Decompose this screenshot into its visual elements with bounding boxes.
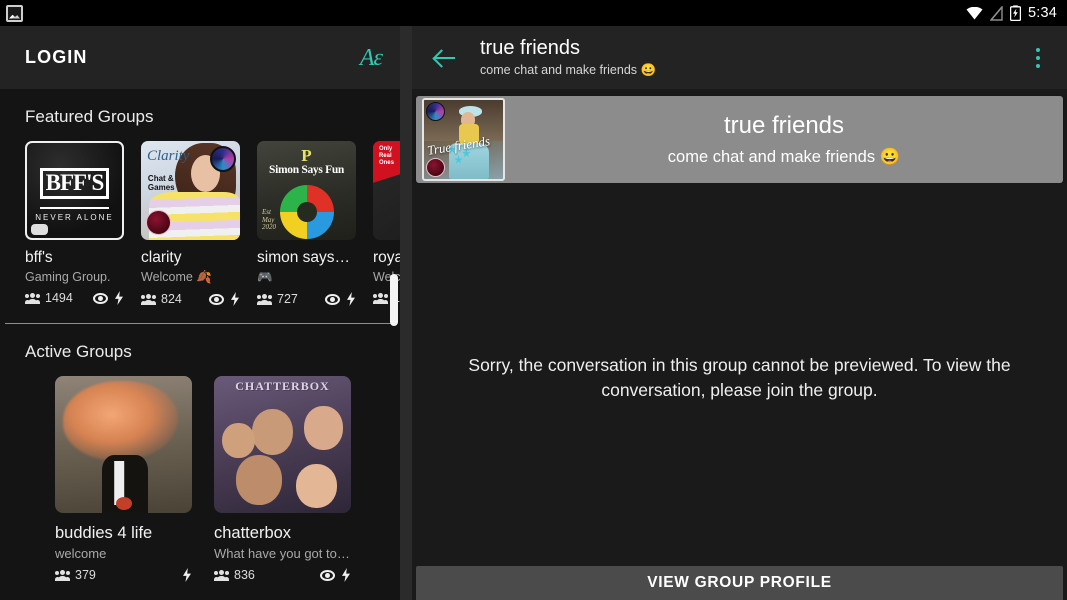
- group-desc: Welcome 🍂: [141, 270, 240, 285]
- main-body: LOGIN Aɛ Featured Groups BFF'SNEVER ALON…: [0, 26, 1067, 600]
- group-meta: 824: [141, 291, 240, 307]
- eye-icon[interactable]: [325, 294, 340, 305]
- right-toolbar-text: true friends come chat and make friends …: [480, 37, 656, 78]
- page-title: LOGIN: [25, 47, 88, 68]
- group-desc: What have you got to…: [214, 546, 351, 561]
- status-bar-left: [6, 5, 23, 22]
- conversation-area: Sorry, the conversation in this group ca…: [412, 183, 1067, 566]
- right-toolbar: true friends come chat and make friends …: [412, 26, 1067, 89]
- clock: 5:34: [1028, 5, 1057, 21]
- bolt-icon[interactable]: [182, 568, 192, 582]
- group-thumbnail[interactable]: BFF'SNEVER ALONE: [25, 141, 124, 240]
- status-bar-right: 5:34: [966, 5, 1057, 21]
- people-icon: [55, 570, 70, 581]
- view-group-profile-button[interactable]: VIEW GROUP PROFILE: [416, 566, 1063, 600]
- people-icon: [25, 293, 40, 304]
- bolt-icon[interactable]: [114, 291, 124, 305]
- group-card-chatterbox[interactable]: CHATTERBOX chatterbox What have you got …: [214, 376, 351, 583]
- people-icon: [141, 294, 156, 305]
- back-arrow-icon[interactable]: [432, 45, 458, 71]
- group-thumbnail[interactable]: ClarityChat &Games: [141, 141, 240, 240]
- left-panel: LOGIN Aɛ Featured Groups BFF'SNEVER ALON…: [0, 26, 400, 600]
- group-card-simon-says[interactable]: PSimon Says FunEstMay2020 simon says… 🎮 …: [257, 141, 356, 307]
- group-thumbnail[interactable]: PSimon Says FunEstMay2020: [257, 141, 356, 240]
- active-groups-row[interactable]: buddies 4 life welcome 379 CHATTERBO: [0, 376, 400, 583]
- bolt-icon[interactable]: [346, 292, 356, 306]
- pane-divider[interactable]: [400, 26, 412, 600]
- group-thumbnail[interactable]: CHATTERBOX: [214, 376, 351, 513]
- group-desc: welcome: [55, 546, 192, 561]
- group-header-card[interactable]: True friends true friends come chat and …: [416, 96, 1063, 183]
- conversation-title: true friends: [480, 37, 656, 60]
- group-card-icons: [209, 292, 240, 306]
- group-card-icons: [325, 292, 356, 306]
- group-title: true friends: [519, 112, 1049, 141]
- right-panel: true friends come chat and make friends …: [412, 26, 1067, 600]
- group-desc: Gaming Group.: [25, 270, 124, 284]
- member-count: 727: [277, 292, 298, 306]
- signal-off-icon: [990, 6, 1003, 21]
- wifi-icon: [966, 7, 983, 20]
- ae-logo-icon[interactable]: Aɛ: [360, 46, 382, 70]
- member-count: 379: [75, 568, 96, 582]
- eye-icon[interactable]: [93, 293, 108, 304]
- more-vertical-icon[interactable]: [1027, 45, 1049, 71]
- people-icon: [214, 570, 229, 581]
- group-meta: 727: [257, 291, 356, 307]
- group-card-icons: [182, 568, 192, 582]
- group-card-icons: [93, 291, 124, 305]
- bolt-icon[interactable]: [341, 568, 351, 582]
- group-name: clarity: [141, 249, 240, 267]
- group-card-bffs[interactable]: BFF'SNEVER ALONE bff's Gaming Group. 149…: [25, 141, 124, 307]
- group-avatar[interactable]: True friends: [422, 98, 505, 181]
- group-meta: 836: [214, 567, 351, 583]
- section-title-active: Active Groups: [0, 324, 400, 376]
- group-card-icons: [320, 568, 351, 582]
- people-icon: [257, 294, 272, 305]
- group-name: buddies 4 life: [55, 524, 192, 543]
- left-scroll-area[interactable]: Featured Groups BFF'SNEVER ALONE bff's G…: [0, 89, 400, 600]
- group-name: simon says…: [257, 249, 356, 267]
- member-count: 1494: [45, 291, 73, 305]
- app-screen: 5:34 LOGIN Aɛ Featured Groups BFF'SNEVER…: [0, 0, 1067, 600]
- group-card-clarity[interactable]: ClarityChat &Games clarity Welcome 🍂 824: [141, 141, 240, 307]
- group-desc: 🎮: [257, 270, 356, 285]
- member-count: 836: [234, 568, 255, 582]
- left-toolbar: LOGIN Aɛ: [0, 26, 400, 89]
- conversation-subtitle: come chat and make friends 😀: [480, 63, 656, 78]
- scrollbar-thumb[interactable]: [390, 274, 398, 326]
- group-header-text: true friends come chat and make friends …: [505, 112, 1063, 167]
- image-icon: [6, 5, 23, 22]
- bolt-icon[interactable]: [230, 292, 240, 306]
- battery-charging-icon: [1010, 5, 1021, 21]
- view-group-profile-label: VIEW GROUP PROFILE: [647, 574, 832, 592]
- section-title-featured: Featured Groups: [0, 89, 400, 141]
- group-name: bff's: [25, 249, 124, 267]
- group-header-wrap: True friends true friends come chat and …: [412, 89, 1067, 183]
- preview-unavailable-message: Sorry, the conversation in this group ca…: [455, 353, 1025, 404]
- group-subtitle: come chat and make friends 😀: [519, 148, 1049, 167]
- eye-icon[interactable]: [320, 570, 335, 581]
- featured-groups-row[interactable]: BFF'SNEVER ALONE bff's Gaming Group. 149…: [0, 141, 400, 307]
- group-name: chatterbox: [214, 524, 351, 543]
- bottom-bar-wrap: VIEW GROUP PROFILE: [412, 566, 1067, 600]
- member-count: 824: [161, 292, 182, 306]
- status-bar: 5:34: [0, 0, 1067, 26]
- group-thumbnail[interactable]: [55, 376, 192, 513]
- group-meta: 379: [55, 567, 192, 583]
- people-icon: [373, 293, 388, 304]
- group-meta: 1494: [25, 290, 124, 306]
- eye-icon[interactable]: [209, 294, 224, 305]
- group-card-buddies-4-life[interactable]: buddies 4 life welcome 379: [55, 376, 192, 583]
- left-scrollbar[interactable]: [390, 89, 398, 600]
